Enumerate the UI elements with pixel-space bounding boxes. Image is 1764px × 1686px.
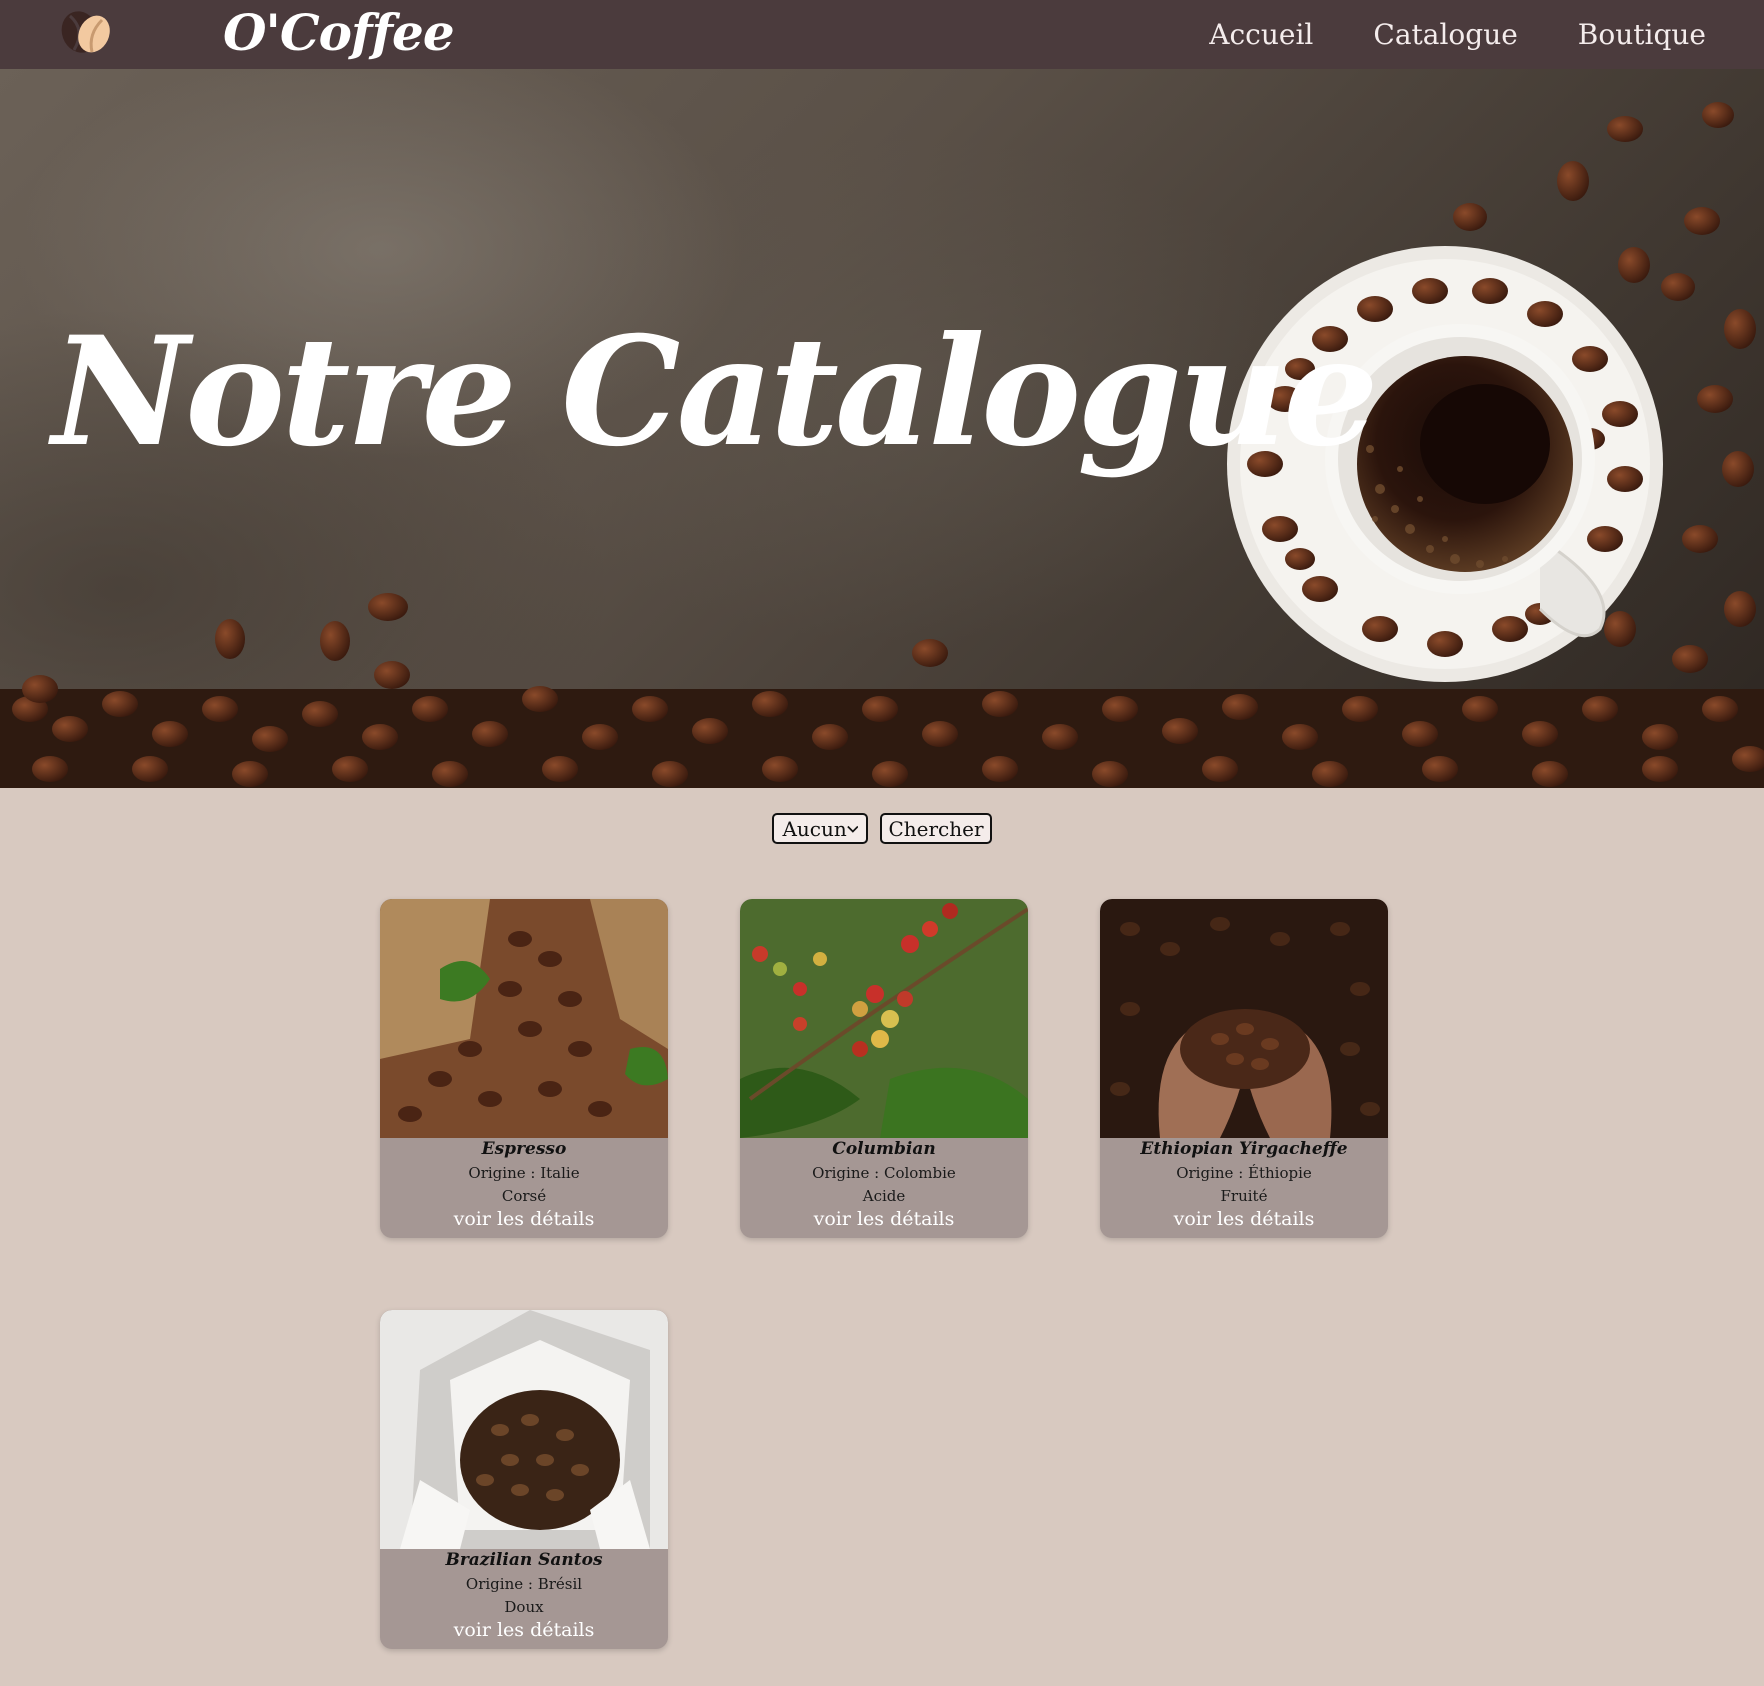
bag-of-beans-image <box>380 1310 668 1549</box>
product-card-ethiopian-yirgacheffe: Ethiopian Yirgacheffe Origine : Éthiopie… <box>1100 899 1388 1238</box>
product-origin: Origine : Colombie <box>812 1164 956 1182</box>
nav-link-catalogue[interactable]: Catalogue <box>1373 18 1517 51</box>
espresso-beans-image <box>380 899 668 1138</box>
product-name: Columbian <box>832 1139 936 1159</box>
product-taste: Corsé <box>501 1187 547 1205</box>
hero-banner: Notre Catalogue <box>0 69 1764 788</box>
product-card-espresso: Espresso Origine : Italie Corsé voir les… <box>380 899 668 1238</box>
product-origin: Origine : Italie <box>468 1164 580 1182</box>
product-origin: Origine : Éthiopie <box>1176 1164 1312 1182</box>
brand-title[interactable]: O'Coffee <box>223 0 455 69</box>
product-origin: Origine : Brésil <box>465 1575 583 1593</box>
main-nav: Accueil Catalogue Boutique <box>1149 0 1706 69</box>
product-details-link[interactable]: voir les détails <box>1100 1208 1388 1230</box>
nav-link-boutique[interactable]: Boutique <box>1578 18 1706 51</box>
coffee-bean-logo-icon[interactable] <box>56 8 118 56</box>
hands-holding-beans-image <box>1100 899 1388 1138</box>
product-name: Brazilian Santos <box>445 1550 603 1570</box>
product-card-columbian: Columbian Origine : Colombie Acide voir … <box>740 899 1028 1238</box>
chevron-down-icon <box>847 825 859 833</box>
top-navbar: O'Coffee Accueil Catalogue Boutique <box>0 0 1764 69</box>
search-button[interactable]: Chercher <box>880 813 992 844</box>
nav-link-accueil[interactable]: Accueil <box>1209 18 1313 51</box>
product-name: Espresso <box>481 1139 567 1159</box>
product-name: Ethiopian Yirgacheffe <box>1140 1139 1348 1159</box>
product-card-brazilian-santos: Brazilian Santos Origine : Brésil Doux v… <box>380 1310 668 1649</box>
coffee-cherries-image <box>740 899 1028 1138</box>
filter-bar: Aucun Chercher <box>0 813 1764 844</box>
product-details-link[interactable]: voir les détails <box>380 1208 668 1230</box>
product-taste: Fruité <box>1220 1187 1268 1205</box>
product-taste: Acide <box>862 1187 906 1205</box>
product-taste: Doux <box>504 1598 544 1616</box>
category-select[interactable]: Aucun <box>772 813 869 844</box>
product-details-link[interactable]: voir les détails <box>740 1208 1028 1230</box>
product-details-link[interactable]: voir les détails <box>380 1619 668 1641</box>
hero-title: Notre Catalogue <box>52 304 1379 480</box>
category-select-value: Aucun <box>782 816 847 841</box>
